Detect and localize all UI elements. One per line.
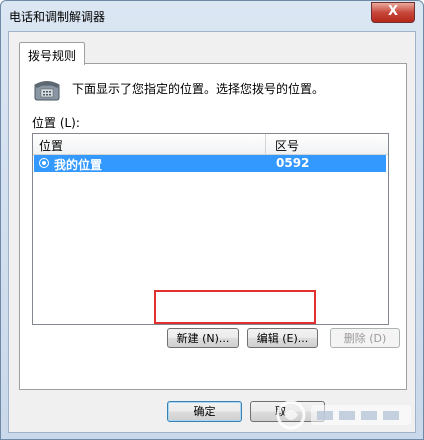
radio-selected-icon [39,158,49,168]
annotation-highlight-box [154,290,316,324]
close-button[interactable]: X [371,2,415,23]
locations-label: 位置 (L): [32,116,80,130]
new-button[interactable]: 新建 (N)... [167,328,239,348]
close-icon: X [387,4,399,19]
dialog-window: 电话和调制解调器 X 拨号规则 下面显示了您指定的位置。选择您拨号的位置。 位置… [0,0,424,440]
delete-button[interactable]: 删除 (D) [330,328,400,348]
edit-button[interactable]: 编辑 (E)... [247,328,318,348]
column-header-location[interactable]: 位置 [39,137,63,154]
description-text: 下面显示了您指定的位置。选择您拨号的位置。 [72,82,325,96]
dialing-rules-panel: 下面显示了您指定的位置。选择您拨号的位置。 位置 (L): 位置 区号 我的位置… [19,63,407,390]
row-area-code: 0592 [276,156,310,170]
tab-label: 拨号规则 [28,49,77,63]
phone-icon [34,81,60,101]
column-divider[interactable] [265,134,266,154]
row-location: 我的位置 [54,158,103,172]
tab-dialing-rules[interactable]: 拨号规则 [19,42,85,65]
column-header-area-code[interactable]: 区号 [275,137,299,154]
list-header: 位置 区号 [33,134,388,155]
table-row[interactable]: 我的位置 0592 [34,155,386,172]
ok-button[interactable]: 确定 [167,401,242,422]
watermark-logo [276,400,411,430]
title-bar: 电话和调制解调器 X [1,1,423,31]
dialog-client-area: 拨号规则 下面显示了您指定的位置。选择您拨号的位置。 位置 (L): 位置 区号 [8,31,416,433]
window-title: 电话和调制解调器 [9,10,106,24]
